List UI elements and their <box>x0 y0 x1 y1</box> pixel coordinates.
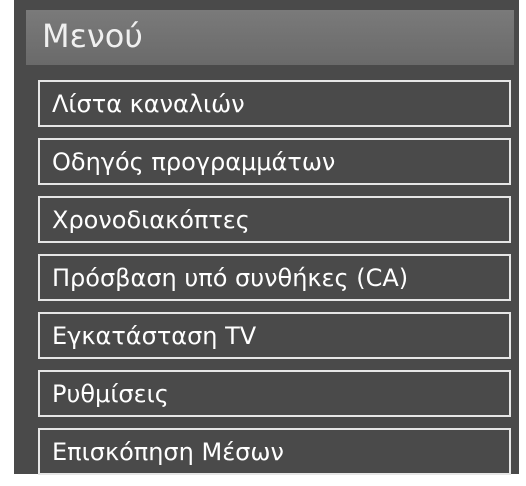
menu-item-label: Λίστα καναλιών <box>52 90 245 118</box>
menu-title: Μενού <box>42 17 143 55</box>
menu-header: Μενού <box>26 10 514 65</box>
menu-item-settings[interactable]: Ρυθμίσεις <box>38 370 511 417</box>
menu-item-label: Εγκατάσταση TV <box>52 322 257 350</box>
menu-item-label: Πρόσβαση υπό συνθήκες (CA) <box>52 264 409 292</box>
menu-item-tv-installation[interactable]: Εγκατάσταση TV <box>38 312 511 359</box>
menu-item-media-browser[interactable]: Επισκόπηση Μέσων <box>38 428 511 475</box>
menu-item-program-guide[interactable]: Οδηγός προγραμμάτων <box>38 138 511 185</box>
menu-item-label: Οδηγός προγραμμάτων <box>52 148 336 176</box>
menu-item-label: Χρονοδιακόπτες <box>52 206 250 234</box>
menu-item-conditional-access[interactable]: Πρόσβαση υπό συνθήκες (CA) <box>38 254 511 301</box>
menu-item-timers[interactable]: Χρονοδιακόπτες <box>38 196 511 243</box>
menu-item-label: Επισκόπηση Μέσων <box>52 438 284 466</box>
menu-list: Λίστα καναλιών Οδηγός προγραμμάτων Χρονο… <box>38 80 511 486</box>
menu-item-channel-list[interactable]: Λίστα καναλιών <box>38 80 511 127</box>
menu-item-label: Ρυθμίσεις <box>52 380 169 408</box>
menu-panel: Μενού Λίστα καναλιών Οδηγός προγραμμάτων… <box>14 0 519 475</box>
